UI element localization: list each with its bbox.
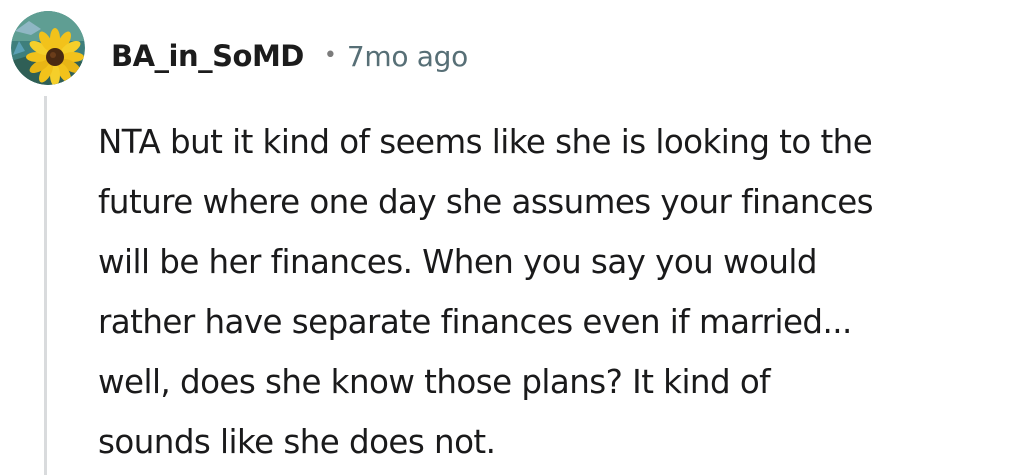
comment-body-line: future where one day she assumes your fi… — [98, 183, 874, 221]
comment-author[interactable]: BA_in_SoMD — [111, 39, 304, 73]
sunflower-avatar-icon — [11, 11, 85, 85]
comment-body: NTA but it kind of seems like she is loo… — [98, 112, 1028, 472]
comment: BA_in_SoMD • 7mo ago NTA but it kind of … — [0, 0, 1031, 475]
comment-body-line: NTA but it kind of seems like she is loo… — [98, 123, 873, 161]
comment-body-line: rather have separate finances even if ma… — [98, 303, 852, 341]
comment-body-line: well, does she know those plans? It kind… — [98, 363, 771, 401]
comment-header: BA_in_SoMD • 7mo ago — [111, 32, 468, 80]
comment-body-line: will be her finances. When you say you w… — [98, 243, 818, 281]
comment-body-line: sounds like she does not. — [98, 423, 496, 461]
comment-timestamp[interactable]: 7mo ago — [347, 40, 468, 73]
user-avatar[interactable] — [11, 11, 85, 85]
thread-collapse-line[interactable] — [44, 96, 47, 475]
meta-separator: • — [323, 42, 337, 68]
